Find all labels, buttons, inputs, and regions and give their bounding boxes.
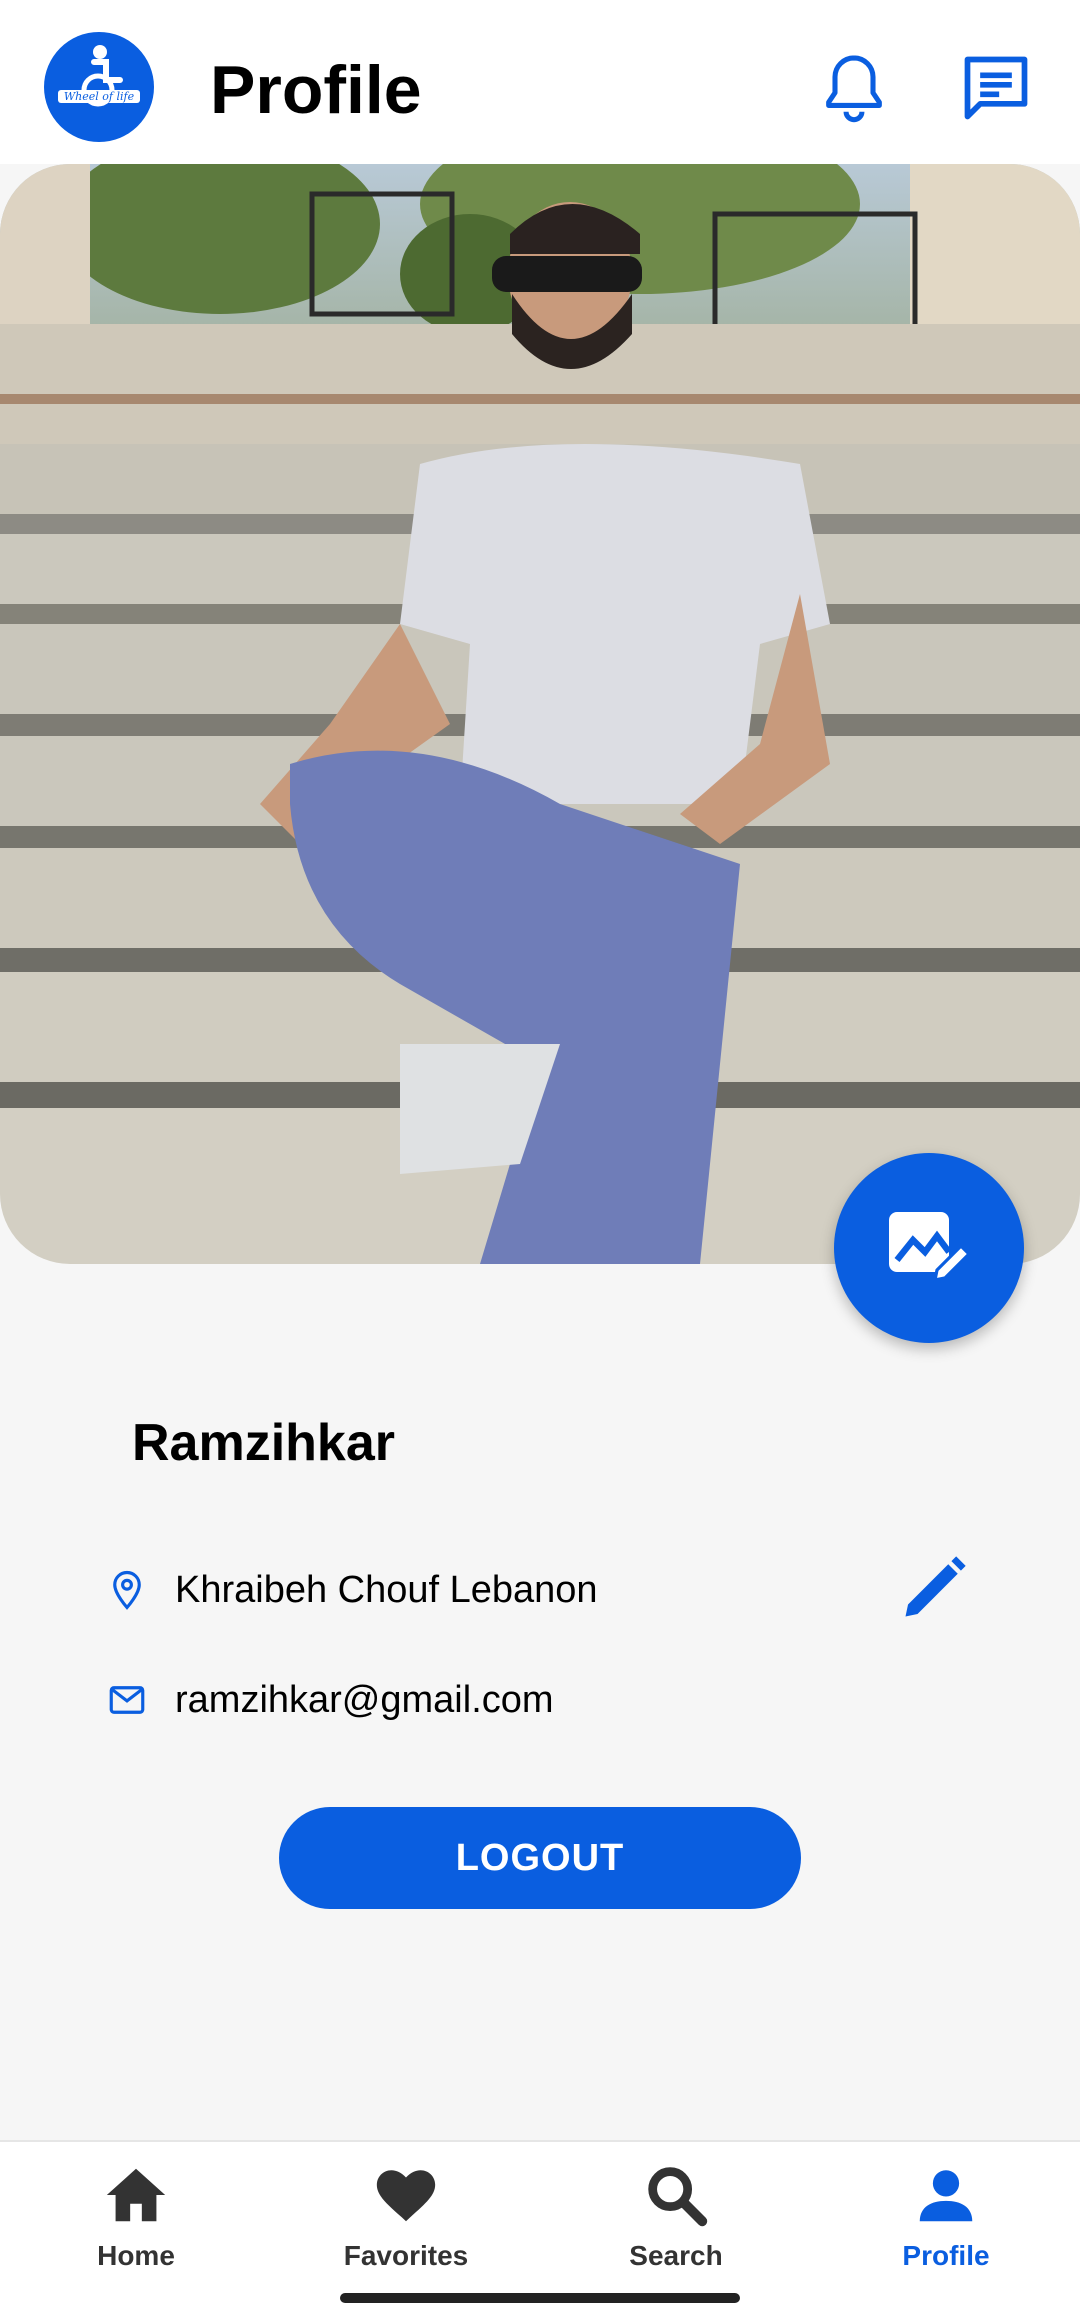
nav-label-profile: Profile (902, 2240, 990, 2271)
location-text: Khraibeh Chouf Lebanon (175, 1569, 598, 1611)
nav-label-favorites: Favorites (343, 2240, 469, 2271)
nav-item-home[interactable]: Home (36, 2160, 236, 2280)
search-icon (648, 2167, 708, 2227)
nav-item-search[interactable]: Search (576, 2160, 776, 2280)
mail-icon (109, 1686, 145, 1714)
app-logo[interactable]: Wheel of life (44, 32, 154, 142)
email-text: ramzihkar@gmail.com (175, 1679, 554, 1721)
email-row: ramzihkar@gmail.com (100, 1665, 1000, 1735)
edit-photo-icon (889, 1212, 972, 1283)
nav-item-favorites[interactable]: Favorites (306, 2160, 506, 2280)
logout-button[interactable]: LOGOUT (279, 1807, 801, 1909)
bell-icon[interactable] (816, 50, 892, 126)
nav-label-home: Home (97, 2240, 175, 2271)
chat-icon[interactable] (958, 50, 1034, 126)
logo-text: Wheel of life (58, 90, 140, 103)
edit-info-icon[interactable] (896, 1550, 972, 1626)
home-indicator (340, 2293, 740, 2303)
edit-photo-button[interactable] (834, 1153, 1024, 1343)
heart-icon (376, 2170, 436, 2222)
top-app-bar: Wheel of life Profile (0, 0, 1080, 164)
person-icon (919, 2170, 973, 2222)
user-name: Ramzihkar (132, 1414, 395, 1472)
home-icon (106, 2168, 166, 2222)
page-title: Profile (210, 52, 422, 128)
nav-item-profile[interactable]: Profile (846, 2160, 1046, 2280)
nav-label-search: Search (629, 2240, 723, 2271)
location-row: Khraibeh Chouf Lebanon (100, 1555, 1000, 1625)
profile-photo (0, 164, 1080, 1264)
location-pin-icon (113, 1570, 141, 1610)
